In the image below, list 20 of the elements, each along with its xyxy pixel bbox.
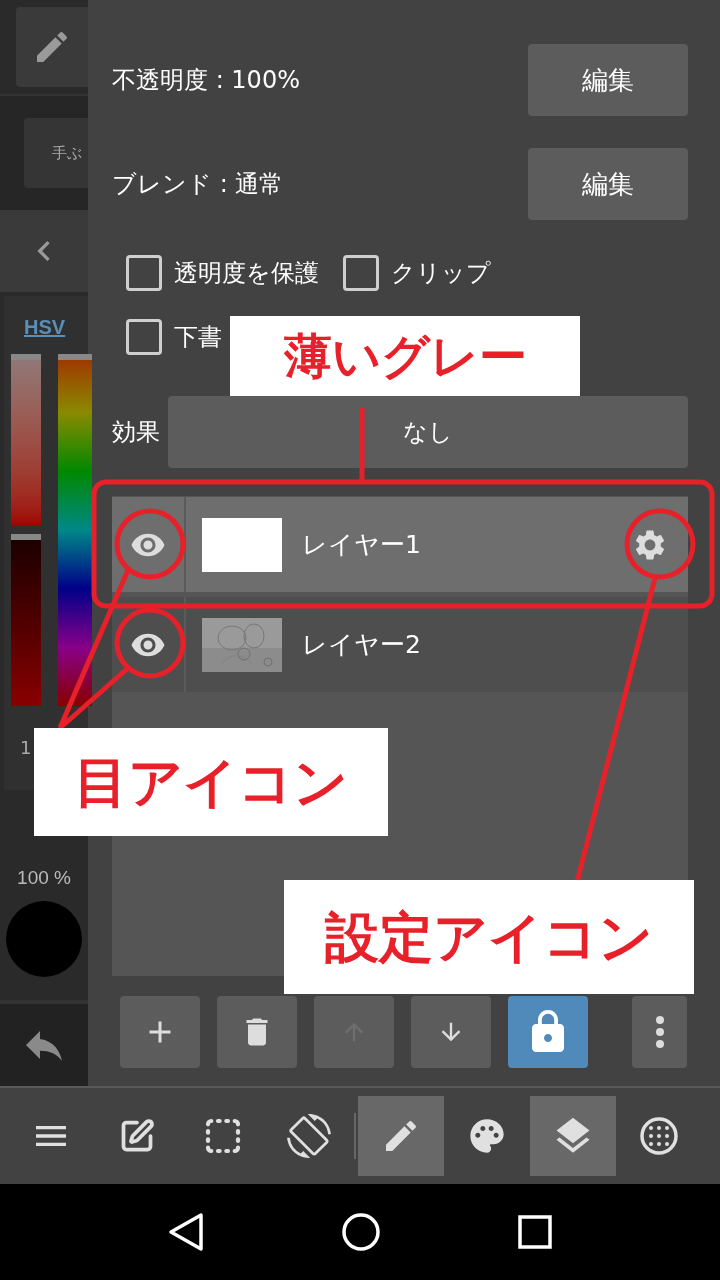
value-reading: 1 bbox=[20, 736, 32, 760]
effect-label: 効果 bbox=[112, 417, 160, 448]
layer-row[interactable]: レイヤー2 bbox=[112, 597, 688, 692]
checkbox-label: 下書 bbox=[174, 322, 222, 353]
color-mode-link[interactable]: HSV bbox=[24, 312, 66, 342]
callout-tooltip: 薄いグレー bbox=[230, 316, 580, 396]
callout-tooltip: 設定アイコン bbox=[284, 880, 694, 994]
effect-dropdown[interactable]: なし bbox=[168, 396, 688, 468]
opacity-reading: 100 % bbox=[17, 866, 71, 890]
brush-button[interactable]: 手ぶ bbox=[24, 118, 88, 188]
callout-tooltip: 目アイコン bbox=[34, 728, 388, 836]
edit-button[interactable]: 編集 bbox=[528, 148, 688, 220]
checkbox-label: クリップ bbox=[391, 258, 491, 289]
blend-label: ブレンド : 通常 bbox=[112, 169, 284, 200]
layer-name: レイヤー2 bbox=[302, 628, 422, 661]
opacity-label: 不透明度 : 100% bbox=[112, 65, 300, 96]
layer-row[interactable]: レイヤー1 bbox=[112, 497, 688, 592]
checkbox-label: 透明度を保護 bbox=[174, 258, 319, 289]
edit-button[interactable]: 編集 bbox=[528, 44, 688, 116]
layer-name: レイヤー1 bbox=[302, 528, 422, 561]
